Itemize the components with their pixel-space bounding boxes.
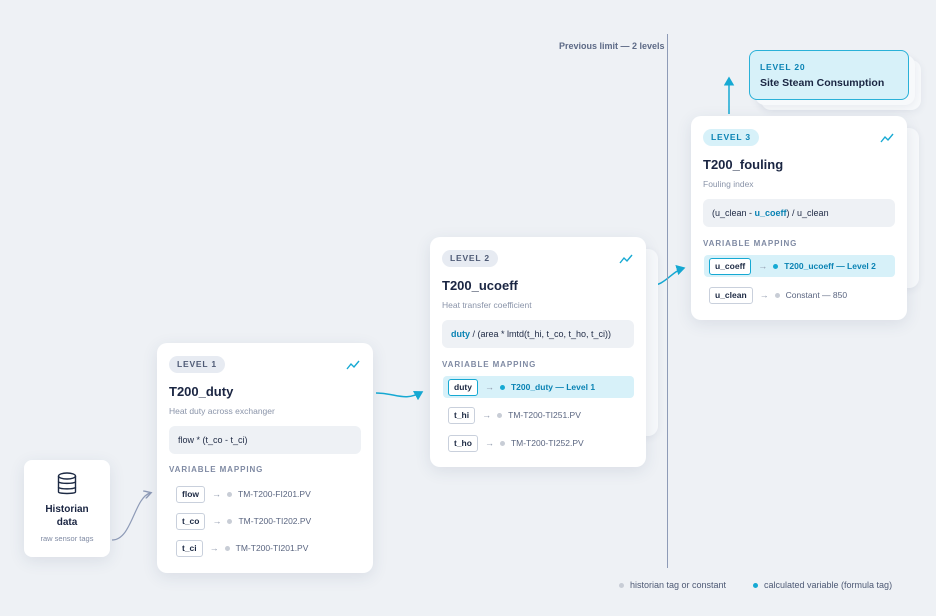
mapping-row[interactable]: t_hi → TM-T200-TI251.PV [448, 404, 581, 426]
level1-formula: flow * (t_co - t_ci) [169, 426, 361, 454]
formula-text-rest: / (area * lmtd(t_hi, t_co, t_ho, t_ci)) [470, 329, 612, 339]
level3-card[interactable]: LEVEL 3 T200_fouling Fouling index (u_cl… [691, 116, 907, 320]
arrow-right-icon: → [484, 382, 494, 392]
previous-limit-divider [667, 34, 668, 568]
level1-title: T200_duty [169, 384, 234, 399]
arrow-right-icon: → [209, 543, 219, 553]
mapping-row[interactable]: t_co → TM-T200-TI202.PV [176, 510, 311, 532]
level20-card[interactable]: LEVEL 20 Site Steam Consumption [749, 50, 909, 100]
historian-dot-icon [227, 491, 232, 497]
source-tag: TM-T200-TI251.PV [508, 410, 581, 420]
source-tag: T200_ucoeff — Level 2 [784, 261, 876, 271]
variable-tag: t_ci [176, 539, 203, 557]
mapping-row[interactable]: t_ho → TM-T200-TI252.PV [448, 432, 584, 454]
mapping-row[interactable]: t_ci → TM-T200-TI201.PV [176, 537, 308, 559]
trend-icon[interactable] [619, 254, 633, 264]
historian-dot-icon [224, 545, 230, 551]
historian-title-line1: Historian [45, 504, 89, 515]
trend-icon[interactable] [346, 360, 360, 370]
level2-subtitle: Heat transfer coefficient [442, 300, 532, 310]
historian-title-line2: data [56, 517, 78, 528]
historian-subtitle: raw sensor tags [40, 534, 94, 543]
arrow-right-icon: → [212, 516, 222, 526]
historian-title: Historian data [24, 503, 110, 529]
formula-calc-variable: duty [451, 329, 470, 339]
variable-tag: t_ho [448, 434, 478, 452]
legend-calculated: calculated variable (formula tag) [753, 580, 892, 590]
source-tag: TM-T200-TI252.PV [510, 438, 584, 448]
variable-mapping-heading: VARIABLE MAPPING [703, 239, 798, 248]
calculated-dot-icon [753, 582, 758, 588]
formula-calc-variable: u_coeff [754, 208, 787, 218]
level20-title: Site Steam Consumption [760, 77, 885, 89]
level2-card[interactable]: LEVEL 2 T200_ucoeff Heat transfer coeffi… [430, 237, 646, 467]
arrow-right-icon: → [482, 410, 492, 420]
formula-text: (u_clean - [712, 208, 755, 218]
variable-mapping-heading: VARIABLE MAPPING [169, 465, 264, 474]
trend-icon[interactable] [880, 133, 894, 143]
historian-data-node[interactable]: Historian data raw sensor tags [24, 460, 110, 557]
formula-text: flow * (t_co - t_ci) [178, 435, 248, 445]
database-icon [57, 472, 77, 495]
calculated-dot-icon [773, 263, 779, 269]
level20-pill: LEVEL 20 [760, 62, 806, 72]
variable-tag: flow [176, 485, 205, 503]
legend-label: calculated variable (formula tag) [764, 580, 893, 590]
variable-tag: u_clean [709, 286, 753, 304]
level3-title: T200_fouling [703, 157, 784, 172]
level1-pill: LEVEL 1 [169, 356, 225, 373]
historian-dot-icon [497, 412, 503, 418]
historian-dot-icon [774, 292, 780, 298]
variable-tag: t_hi [448, 406, 476, 424]
arrow-right-icon: → [758, 261, 768, 271]
historian-dot-icon [619, 582, 624, 588]
historian-dot-icon [499, 440, 505, 446]
legend-historian: historian tag or constant [619, 580, 726, 590]
historian-dot-icon [227, 518, 233, 524]
variable-tag: u_coeff [709, 257, 752, 275]
historian-to-level1-connector [111, 493, 150, 541]
mapping-row[interactable]: u_clean → Constant — 850 [709, 284, 847, 306]
level1-card[interactable]: LEVEL 1 T200_duty Heat duty across excha… [157, 343, 373, 573]
arrow-right-icon: → [212, 489, 221, 499]
level2-pill: LEVEL 2 [442, 250, 498, 267]
variable-tag: t_co [176, 512, 206, 530]
previous-limit-label: Previous limit — 2 levels [559, 41, 665, 51]
source-tag: T200_duty — Level 1 [510, 382, 596, 392]
legend-label: historian tag or constant [630, 580, 727, 590]
mapping-row-highlighted[interactable]: u_coeff → T200_ucoeff — Level 2 [704, 255, 895, 277]
level1-to-level2-connector [375, 391, 424, 401]
level1-subtitle: Heat duty across exchanger [169, 406, 275, 416]
mapping-row-highlighted[interactable]: duty → T200_duty — Level 1 [443, 376, 634, 398]
source-tag: Constant — 850 [785, 290, 848, 300]
level3-formula: (u_clean - u_coeff) / u_clean [703, 199, 895, 227]
calculated-dot-icon [499, 384, 505, 390]
mapping-row[interactable]: flow → TM-T200-FI201.PV [176, 483, 311, 505]
variable-tag: duty [448, 378, 478, 396]
level2-formula: duty / (area * lmtd(t_hi, t_co, t_ho, t_… [442, 320, 634, 348]
level3-pill: LEVEL 3 [703, 129, 759, 146]
variable-mapping-heading: VARIABLE MAPPING [442, 360, 537, 369]
formula-text-rest: ) / u_clean [786, 208, 829, 218]
level3-subtitle: Fouling index [703, 179, 754, 189]
arrow-right-icon: → [759, 290, 769, 300]
arrow-right-icon: → [484, 438, 494, 448]
source-tag: TM-T200-FI201.PV [238, 489, 311, 499]
source-tag: TM-T200-TI201.PV [235, 543, 309, 553]
source-tag: TM-T200-TI202.PV [238, 516, 312, 526]
level2-title: T200_ucoeff [442, 278, 518, 293]
